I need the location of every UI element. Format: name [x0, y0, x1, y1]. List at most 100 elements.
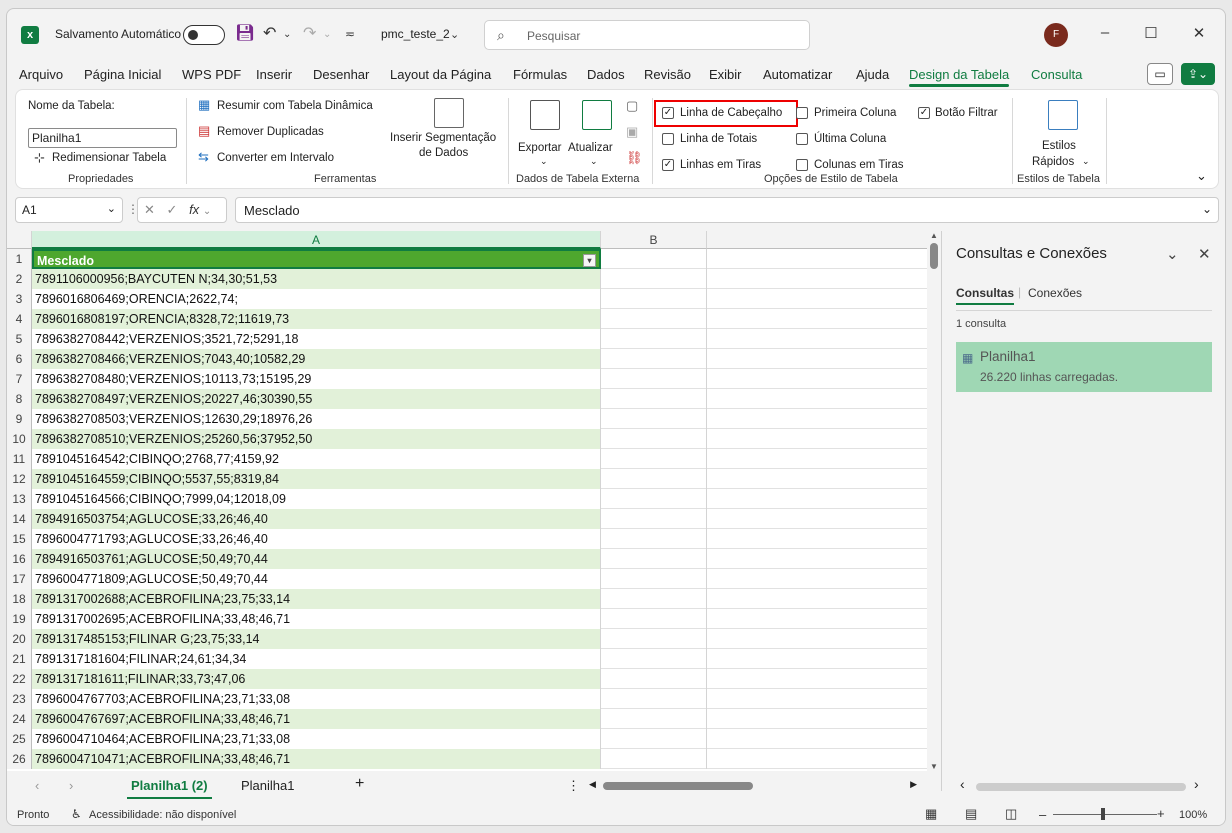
file-name-chevron-icon[interactable]: ⌄ — [450, 28, 459, 41]
zoom-level[interactable]: 100% — [1179, 809, 1207, 821]
filter-button-checkbox[interactable]: ✓ — [918, 107, 930, 119]
pane-scroll-right-icon[interactable]: › — [1194, 776, 1199, 792]
header-row-checkbox[interactable]: ✓ — [662, 107, 674, 119]
cancel-icon[interactable]: ✕ — [144, 202, 155, 217]
cell-a[interactable]: 7896382708480;VERZENIOS;10113,73;15195,2… — [32, 369, 601, 389]
row-number[interactable]: 4 — [7, 309, 32, 329]
undo-dropdown-icon[interactable]: ⌄ — [283, 29, 291, 40]
cell-b[interactable] — [601, 649, 707, 669]
cell-b[interactable] — [601, 269, 707, 289]
cell-a[interactable]: 7896004710464;ACEBROFILINA;23,71;33,08 — [32, 729, 601, 749]
ribbon-collapse-icon[interactable]: ⌄ — [1196, 168, 1207, 184]
zoom-slider[interactable] — [1053, 814, 1157, 815]
tab-formulas[interactable]: Fórmulas — [513, 67, 567, 82]
undo-icon[interactable]: ↶ — [263, 23, 276, 43]
vertical-scrollbar[interactable]: ▲ ▼ — [927, 231, 941, 771]
tab-split-icon[interactable]: ⋮ — [567, 778, 580, 794]
row-number[interactable]: 9 — [7, 409, 32, 429]
pane-options-icon[interactable]: ⌄ — [1166, 245, 1179, 263]
zoom-out-icon[interactable]: – — [1039, 807, 1046, 822]
scroll-down-icon[interactable]: ▼ — [927, 762, 941, 771]
tab-consulta[interactable]: Consulta — [1031, 67, 1082, 82]
cell-b[interactable] — [601, 689, 707, 709]
cell-b[interactable] — [601, 589, 707, 609]
row-number[interactable]: 15 — [7, 529, 32, 549]
save-icon[interactable]: 💾︎ — [235, 23, 255, 43]
avatar[interactable]: F — [1044, 23, 1068, 47]
cell-a[interactable]: 7891317002688;ACEBROFILINA;23,75;33,14 — [32, 589, 601, 609]
row-number[interactable]: 17 — [7, 569, 32, 589]
last-column-checkbox[interactable] — [796, 133, 808, 145]
cell-b[interactable] — [601, 709, 707, 729]
maximize-icon[interactable]: ☐ — [1141, 24, 1161, 42]
row-number[interactable]: 12 — [7, 469, 32, 489]
scroll-left-icon[interactable]: ◀ — [589, 779, 596, 790]
cell-b[interactable] — [601, 729, 707, 749]
table-name-input[interactable]: Planilha1 — [28, 128, 177, 148]
row-number[interactable]: 3 — [7, 289, 32, 309]
page-layout-icon[interactable]: ▤ — [965, 806, 977, 822]
cell-a[interactable]: 7896004710471;ACEBROFILINA;33,48;46,71 — [32, 749, 601, 769]
accessibility-status[interactable]: Acessibilidade: não disponível — [89, 809, 236, 821]
row-number[interactable]: 23 — [7, 689, 32, 709]
row-number[interactable]: 1 — [7, 249, 32, 269]
tab-desenhar[interactable]: Desenhar — [313, 67, 369, 82]
redo-dropdown-icon[interactable]: ⌄ — [323, 29, 331, 40]
filter-dropdown-icon[interactable]: ▾ — [583, 254, 596, 267]
pivot-table-button[interactable]: Resumir com Tabela Dinâmica — [217, 100, 373, 112]
page-break-icon[interactable]: ◫ — [1005, 806, 1017, 822]
horizontal-scroll-thumb[interactable] — [603, 782, 753, 790]
export-button[interactable]: Exportar — [518, 142, 561, 154]
tab-dados[interactable]: Dados — [587, 67, 625, 82]
sheet-next-icon[interactable]: › — [69, 778, 73, 793]
zoom-slider-thumb[interactable] — [1101, 808, 1105, 820]
unlink-icon[interactable]: ⛓ — [626, 150, 643, 166]
cell-a[interactable]: 7896004767697;ACEBROFILINA;33,48;46,71 — [32, 709, 601, 729]
cell-b[interactable] — [601, 469, 707, 489]
pane-horizontal-scrollbar[interactable]: ‹ › — [956, 776, 1218, 793]
cell-a[interactable]: 7891317181611;FILINAR;33,73;47,06 — [32, 669, 601, 689]
banded-rows-label[interactable]: Linhas em Tiras — [680, 159, 761, 171]
insert-slicer-line1[interactable]: Inserir Segmentação — [390, 132, 496, 144]
row-number[interactable]: 5 — [7, 329, 32, 349]
row-number[interactable]: 18 — [7, 589, 32, 609]
tab-exibir[interactable]: Exibir — [709, 67, 742, 82]
total-row-checkbox[interactable] — [662, 133, 674, 145]
cell-a[interactable]: 7894916503761;AGLUCOSE;50,49;70,44 — [32, 549, 601, 569]
cell-b[interactable] — [601, 409, 707, 429]
row-number[interactable]: 24 — [7, 709, 32, 729]
properties-icon[interactable]: ▢ — [626, 98, 638, 114]
cell-a[interactable]: 7891045164566;CIBINQO;7999,04;12018,09 — [32, 489, 601, 509]
tab-automatizar[interactable]: Automatizar — [763, 67, 832, 82]
column-header-c[interactable] — [707, 231, 927, 249]
cell-b[interactable] — [601, 629, 707, 649]
minimize-icon[interactable]: – — [1095, 24, 1115, 41]
cell-b[interactable] — [601, 309, 707, 329]
insert-function-icon[interactable]: fx — [189, 202, 199, 217]
tab-wps-pdf[interactable]: WPS PDF — [182, 67, 241, 82]
sheet-tab-planilha1[interactable]: Planilha1 — [241, 778, 295, 793]
select-all-corner[interactable] — [7, 231, 32, 249]
cell-a[interactable]: 7896004771809;AGLUCOSE;50,49;70,44 — [32, 569, 601, 589]
cell-b[interactable] — [601, 429, 707, 449]
last-column-label[interactable]: Última Coluna — [814, 133, 886, 145]
customize-qat-icon[interactable]: ≂ — [345, 27, 355, 41]
cell-a[interactable]: 7896382708466;VERZENIOS;7043,40;10582,29 — [32, 349, 601, 369]
row-number[interactable]: 7 — [7, 369, 32, 389]
first-column-label[interactable]: Primeira Coluna — [814, 107, 896, 119]
cell-b[interactable] — [601, 529, 707, 549]
quick-styles-line2[interactable]: Rápidos — [1032, 156, 1074, 168]
cell-b[interactable] — [601, 449, 707, 469]
export-chevron-icon[interactable]: ⌄ — [540, 156, 548, 167]
tab-arquivo[interactable]: Arquivo — [19, 67, 63, 82]
name-box-chevron-icon[interactable]: ⌄ — [107, 202, 116, 215]
cell-a[interactable]: 7896382708442;VERZENIOS;3521,72;5291,18 — [32, 329, 601, 349]
cell-b[interactable] — [601, 509, 707, 529]
sheet-prev-icon[interactable]: ‹ — [35, 778, 39, 793]
query-card[interactable]: ▦ Planilha1 26.220 linhas carregadas. — [956, 342, 1212, 392]
header-row-label[interactable]: Linha de Cabeçalho — [680, 107, 782, 119]
cell-b[interactable] — [601, 329, 707, 349]
file-name[interactable]: pmc_teste_2 — [381, 27, 450, 41]
remove-duplicates-button[interactable]: Remover Duplicadas — [217, 126, 324, 138]
refresh-button[interactable]: Atualizar — [568, 142, 613, 154]
